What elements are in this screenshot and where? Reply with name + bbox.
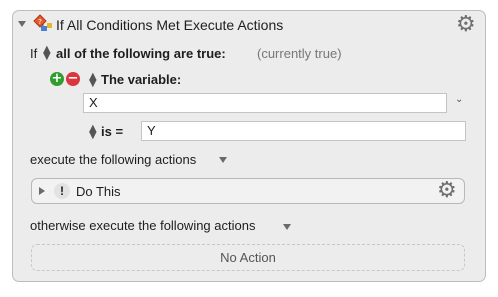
expand-disclosure-triangle[interactable] bbox=[39, 187, 45, 195]
condition-type-stepper-icon[interactable]: ▲ ▼ bbox=[89, 72, 97, 89]
if-label: If bbox=[30, 46, 38, 61]
then-section-label: execute the following actions bbox=[30, 152, 197, 167]
gear-icon[interactable]: ⚙ bbox=[437, 180, 457, 202]
compare-value-field[interactable]: Y bbox=[141, 121, 466, 141]
else-section-menu-triangle[interactable] bbox=[283, 224, 291, 230]
match-mode-popup[interactable]: all of the following are true: bbox=[56, 46, 226, 61]
gear-icon[interactable]: ⚙ bbox=[456, 14, 476, 36]
keyboard-maestro-action-icon: ? bbox=[33, 14, 53, 34]
add-condition-icon[interactable]: + bbox=[50, 72, 64, 86]
svg-text:?: ? bbox=[38, 18, 42, 26]
chevron-down-icon[interactable]: ⌄ bbox=[455, 94, 463, 105]
operator-stepper-icon[interactable]: ▲ ▼ bbox=[89, 124, 97, 141]
collapse-disclosure-triangle[interactable] bbox=[18, 21, 26, 27]
action-title: If All Conditions Met Execute Actions bbox=[56, 17, 284, 33]
remove-condition-icon[interactable]: − bbox=[66, 72, 80, 86]
else-section-label: otherwise execute the following actions bbox=[30, 218, 256, 233]
condition-type-popup[interactable]: The variable: bbox=[101, 72, 181, 87]
variable-name-field[interactable]: X bbox=[83, 93, 447, 113]
condition-status-text: (currently true) bbox=[257, 46, 342, 61]
action-name: Do This bbox=[76, 184, 121, 199]
operator-popup[interactable]: is = bbox=[101, 124, 123, 139]
then-section-menu-triangle[interactable] bbox=[219, 157, 227, 163]
match-mode-stepper-icon[interactable]: ▲ ▼ bbox=[43, 45, 51, 62]
no-action-drop-area[interactable]: No Action bbox=[31, 244, 465, 271]
notification-icon: ! bbox=[54, 183, 70, 199]
